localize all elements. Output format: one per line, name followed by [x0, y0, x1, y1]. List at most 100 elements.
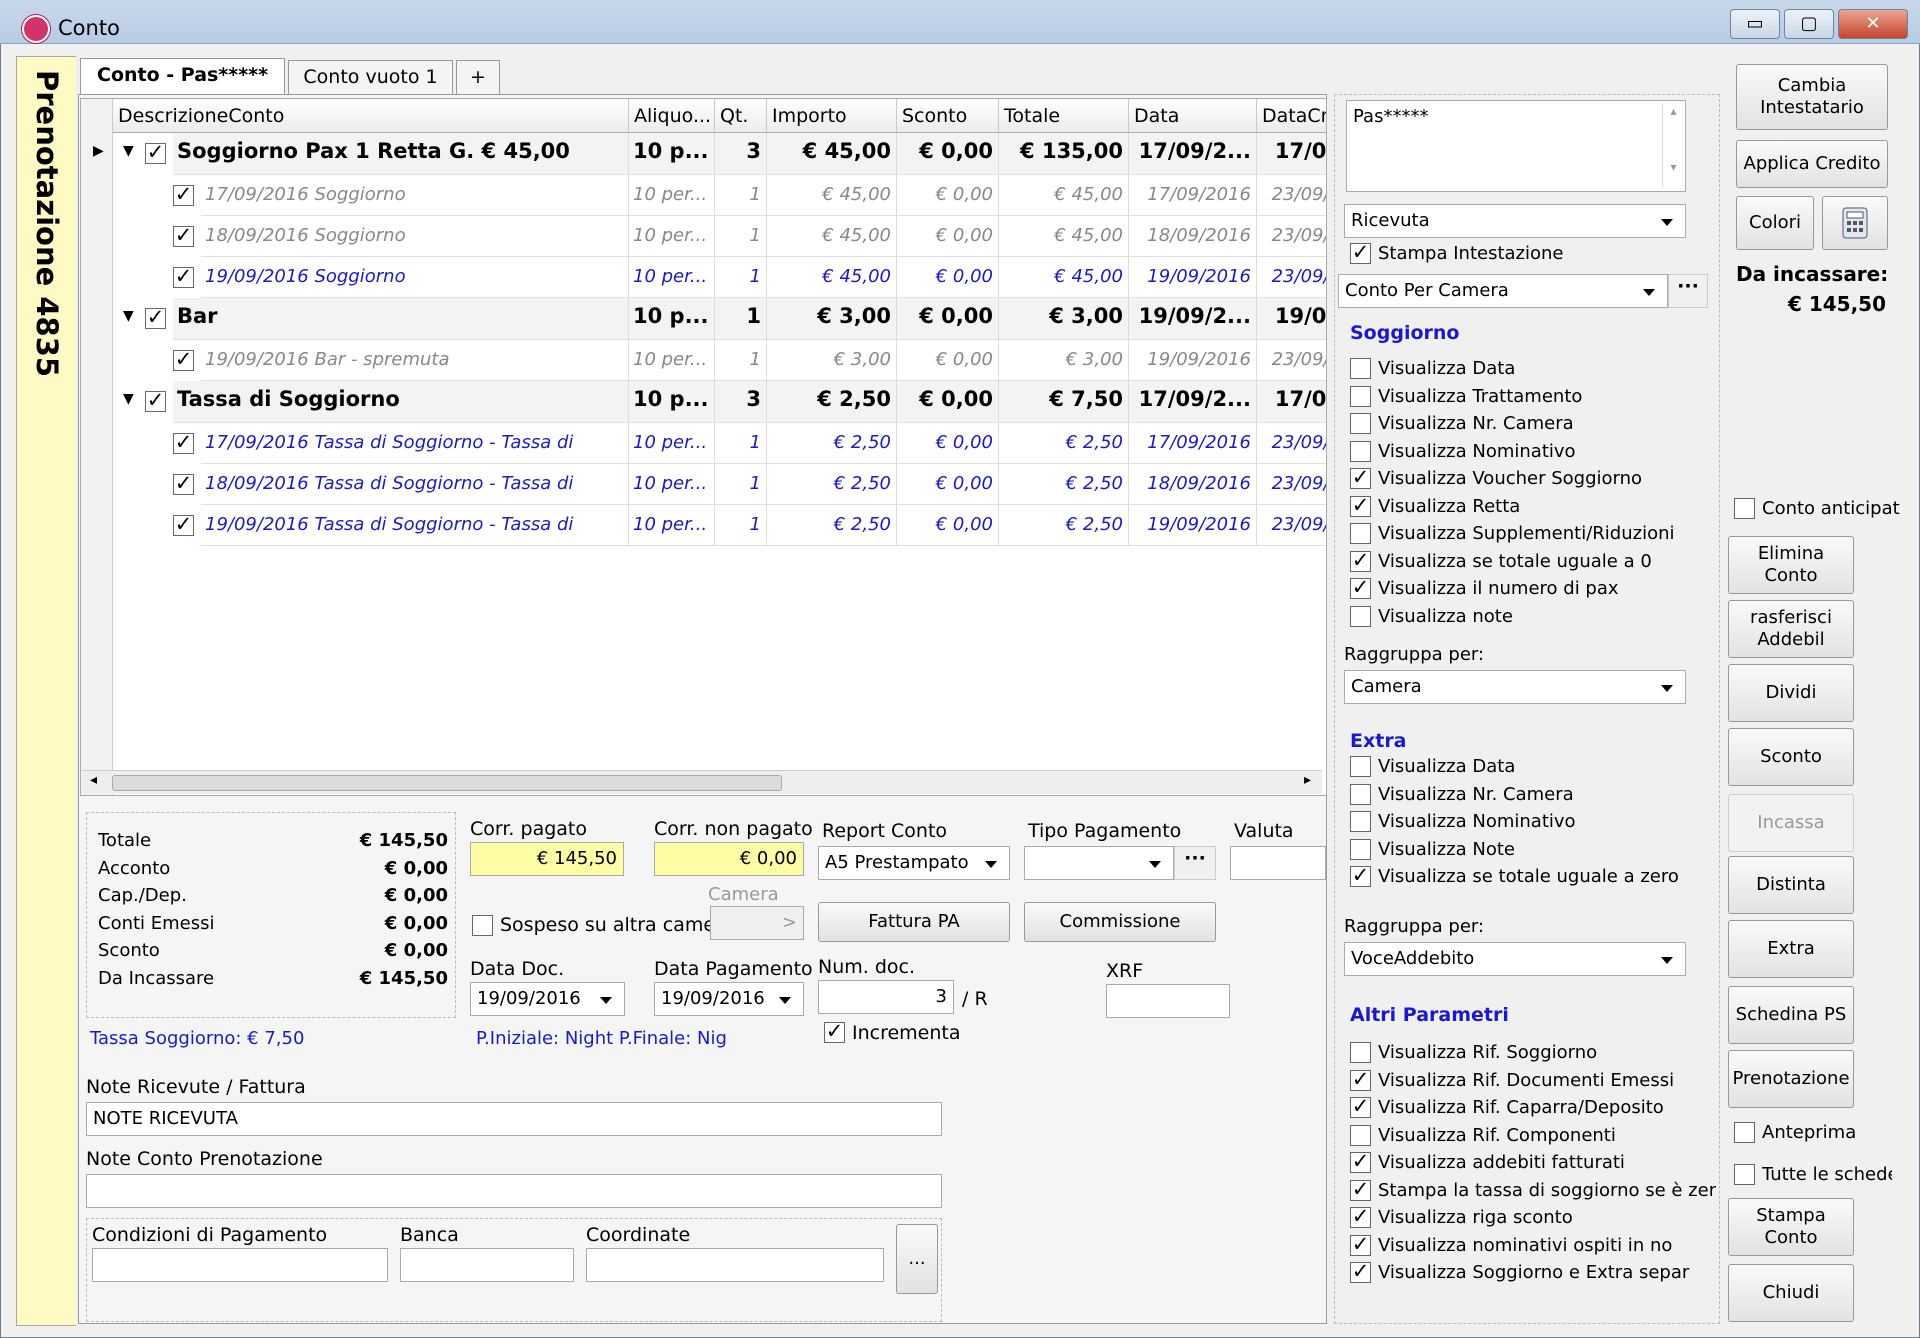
- raggruppa-extra-select[interactable]: VoceAddebito: [1344, 942, 1686, 976]
- collapse-icon[interactable]: ▼: [123, 143, 134, 159]
- colori-button[interactable]: Colori: [1736, 196, 1814, 250]
- coordinate-more-button[interactable]: ...: [896, 1224, 938, 1294]
- row-checkbox[interactable]: ✓: [173, 184, 194, 206]
- option-checkbox[interactable]: ✓: [1350, 494, 1371, 517]
- option-checkbox[interactable]: ✓: [1350, 865, 1371, 887]
- maximize-button[interactable]: ▢: [1784, 9, 1834, 39]
- stampa-conto-button[interactable]: Stampa Conto: [1728, 1198, 1854, 1256]
- corr-non-pagato-field[interactable]: € 0,00: [654, 842, 804, 876]
- table-row[interactable]: ✓ 18/09/2016 Tassa di Soggiorno - Tassa d…: [81, 464, 1326, 505]
- row-checkbox[interactable]: ✓: [173, 514, 194, 536]
- grid-horizontal-scrollbar[interactable]: ◂ ▸: [82, 770, 1322, 794]
- column-header[interactable]: DescrizioneConto: [113, 99, 629, 133]
- cambia-intestatario-button[interactable]: Cambia Intestatario: [1736, 64, 1888, 130]
- table-row[interactable]: ✓ 19/09/2016 Tassa di Soggiorno - Tassa d…: [81, 505, 1326, 546]
- table-row[interactable]: ✓ 18/09/2016 Soggiorno 10 per... 1 € 45,00 € …: [81, 216, 1326, 257]
- tipo-pagamento-select[interactable]: [1024, 846, 1174, 880]
- conto-per-select[interactable]: Conto Per Camera: [1338, 274, 1668, 308]
- num-doc-field[interactable]: 3: [818, 980, 954, 1014]
- trasferisci-addebiti-button[interactable]: rasferisci Addebil: [1728, 600, 1854, 658]
- incrementa-checkbox[interactable]: ✓: [824, 1021, 845, 1043]
- table-row[interactable]: ✓ 17/09/2016 Soggiorno 10 per... 1 € 45,00 € …: [81, 175, 1326, 216]
- intestatario-scrollbar[interactable]: ▴ ▾: [1662, 104, 1684, 188]
- tab-conto-main[interactable]: Conto - Pas*****: [80, 58, 285, 94]
- document-type-select[interactable]: Ricevuta: [1344, 204, 1686, 238]
- row-checkbox[interactable]: ✓: [173, 225, 194, 247]
- row-checkbox[interactable]: ✓: [145, 142, 166, 164]
- collapse-icon[interactable]: ▼: [123, 391, 134, 407]
- row-checkbox[interactable]: ✓: [145, 390, 166, 412]
- minimize-button[interactable]: ▭: [1730, 9, 1780, 39]
- chiudi-button[interactable]: Chiudi: [1728, 1264, 1854, 1322]
- option-checkbox[interactable]: ✓: [1350, 549, 1371, 572]
- option-checkbox[interactable]: ✓: [1350, 1233, 1371, 1256]
- distinta-button[interactable]: Distinta: [1728, 856, 1854, 914]
- tab-conto-vuoto[interactable]: Conto vuoto 1: [288, 60, 453, 94]
- applica-credito-button[interactable]: Applica Credito: [1736, 140, 1888, 188]
- option-checkbox[interactable]: ✓: [1350, 1151, 1371, 1173]
- sconto-button[interactable]: Sconto: [1728, 728, 1854, 786]
- scroll-right-icon[interactable]: ▸: [1304, 772, 1311, 788]
- condizioni-field[interactable]: [92, 1248, 388, 1282]
- sospeso-checkbox[interactable]: [472, 915, 493, 936]
- conto-anticipato-checkbox[interactable]: [1734, 498, 1755, 519]
- incassa-button[interactable]: Incassa: [1728, 794, 1854, 852]
- corr-pagato-field[interactable]: € 145,50: [470, 842, 624, 876]
- column-header[interactable]: Sconto: [897, 99, 999, 133]
- dividi-button[interactable]: Dividi: [1728, 664, 1854, 722]
- elimina-conto-button[interactable]: Elimina Conto: [1728, 536, 1854, 594]
- tipo-pagamento-more-button[interactable]: ···: [1174, 846, 1216, 880]
- column-header[interactable]: Aliquo...: [629, 99, 715, 133]
- table-row[interactable]: ✓ 17/09/2016 Tassa di Soggiorno - Tassa d…: [81, 423, 1326, 464]
- row-checkbox[interactable]: ✓: [173, 349, 194, 371]
- table-row[interactable]: ✓ 19/09/2016 Soggiorno 10 per... 1 € 45,00 € …: [81, 257, 1326, 298]
- group-row[interactable]: ▼ ✓ Tassa di Soggiorno 10 p... 3 € 2,50 € 0,00…: [81, 381, 1326, 423]
- option-checkbox[interactable]: ✓: [1350, 1261, 1371, 1283]
- option-checkbox[interactable]: ✓: [1350, 1096, 1371, 1118]
- option-checkbox[interactable]: [1350, 440, 1371, 462]
- row-checkbox[interactable]: ✓: [145, 307, 166, 329]
- tab-add[interactable]: +: [456, 60, 500, 94]
- extra-button[interactable]: Extra: [1728, 920, 1854, 978]
- option-checkbox[interactable]: [1350, 1042, 1371, 1063]
- report-conto-select[interactable]: A5 Prestampato: [818, 846, 1010, 880]
- collapse-icon[interactable]: ▼: [123, 308, 134, 324]
- column-header[interactable]: Qt.: [715, 99, 767, 133]
- tutte-schede-checkbox[interactable]: [1734, 1164, 1755, 1185]
- option-checkbox[interactable]: ✓: [1350, 577, 1371, 599]
- note-ricevute-field[interactable]: NOTE RICEVUTA: [86, 1102, 942, 1136]
- option-checkbox[interactable]: [1350, 1124, 1371, 1146]
- row-checkbox[interactable]: ✓: [173, 266, 194, 288]
- data-doc-select[interactable]: 19/09/2016: [470, 982, 625, 1016]
- valuta-field[interactable]: [1230, 846, 1326, 880]
- option-checkbox[interactable]: [1350, 605, 1371, 627]
- column-header[interactable]: DataCre: [1257, 99, 1326, 133]
- banca-field[interactable]: [400, 1248, 574, 1282]
- scroll-left-icon[interactable]: ◂: [90, 772, 97, 788]
- note-conto-field[interactable]: [86, 1174, 942, 1208]
- option-checkbox[interactable]: [1350, 811, 1371, 832]
- group-row[interactable]: ▶ ▼ ✓ Soggiorno Pax 1 Retta G. € 45,00 10 p.…: [81, 133, 1326, 175]
- raggruppa-soggiorno-select[interactable]: Camera: [1344, 670, 1686, 704]
- data-pagamento-select[interactable]: 19/09/2016: [654, 982, 804, 1016]
- option-checkbox[interactable]: [1350, 523, 1371, 544]
- option-checkbox[interactable]: [1350, 783, 1371, 805]
- stampa-intestazione-checkbox[interactable]: ✓: [1350, 242, 1371, 264]
- option-checkbox[interactable]: ✓: [1350, 467, 1371, 489]
- column-header[interactable]: Data: [1129, 99, 1257, 133]
- camera-field[interactable]: >: [710, 906, 804, 940]
- option-checkbox[interactable]: [1350, 838, 1371, 860]
- calculator-icon[interactable]: [1822, 196, 1888, 250]
- coordinate-field[interactable]: [586, 1248, 884, 1282]
- anteprima-checkbox[interactable]: [1734, 1122, 1755, 1143]
- schedina-ps-button[interactable]: Schedina PS: [1728, 986, 1854, 1044]
- option-checkbox[interactable]: ✓: [1350, 1068, 1371, 1091]
- fattura-pa-button[interactable]: Fattura PA: [818, 902, 1010, 942]
- column-header[interactable]: Importo: [767, 99, 897, 133]
- conto-per-more-button[interactable]: ···: [1668, 274, 1708, 308]
- option-checkbox[interactable]: [1350, 385, 1371, 407]
- table-row[interactable]: ✓ 19/09/2016 Bar - spremuta 10 per... 1 € 3,…: [81, 340, 1326, 381]
- group-row[interactable]: ▼ ✓ Bar 10 p... 1 € 3,00 € 0,00 € 3,00 19/09/2..…: [81, 298, 1326, 340]
- commissione-button[interactable]: Commissione: [1024, 902, 1216, 942]
- scroll-thumb[interactable]: [112, 775, 782, 791]
